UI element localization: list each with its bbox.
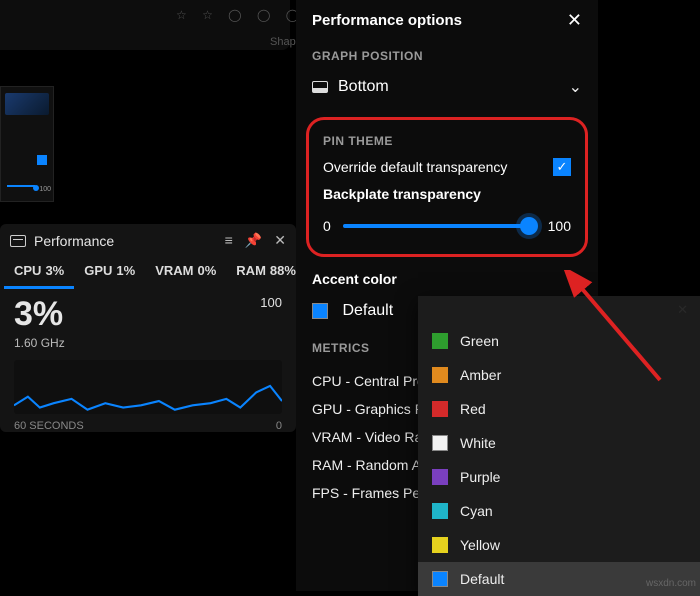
accent-option-label: Default <box>460 571 504 587</box>
color-swatch <box>432 469 448 485</box>
color-swatch <box>432 537 448 553</box>
color-swatch <box>432 435 448 451</box>
tab-cpu[interactable]: CPU3% <box>4 257 74 289</box>
thumbnail-checkbox[interactable] <box>37 155 47 165</box>
performance-sparkline <box>14 360 282 414</box>
tab-ram[interactable]: RAM88% <box>226 257 306 289</box>
background-shapes-label: Shap <box>270 36 296 48</box>
accent-color-heading: Accent color <box>312 271 582 287</box>
slider-max-label: 100 <box>548 218 571 234</box>
close-icon[interactable]: ✕ <box>567 10 582 31</box>
accent-option-white[interactable]: White <box>418 426 700 460</box>
close-icon[interactable]: ✕ <box>274 232 286 249</box>
accent-option-label: Red <box>460 401 486 417</box>
tab-gpu[interactable]: GPU1% <box>74 257 145 289</box>
color-swatch <box>432 571 448 587</box>
accent-option-amber[interactable]: Amber <box>418 358 700 392</box>
thumbnail-value: 100 <box>39 186 51 193</box>
override-transparency-label: Override default transparency <box>323 159 507 175</box>
pin-theme-label: PIN THEME <box>323 134 571 148</box>
performance-scale-max: 100 <box>260 295 282 310</box>
performance-tabs: CPU3% GPU1% VRAM0% RAM88% <box>0 257 296 289</box>
accent-value: Default <box>342 302 393 319</box>
color-swatch <box>432 503 448 519</box>
performance-frequency: 1.60 GHz <box>14 336 282 350</box>
accent-option-label: White <box>460 435 496 451</box>
accent-option-yellow[interactable]: Yellow <box>418 528 700 562</box>
performance-widget: Performance ≡ 📌 ✕ CPU3% GPU1% VRAM0% RAM… <box>0 224 296 432</box>
transparency-slider-thumb[interactable] <box>520 217 538 235</box>
accent-option-green[interactable]: Green <box>418 324 700 358</box>
accent-option-purple[interactable]: Purple <box>418 460 700 494</box>
options-icon[interactable]: ≡ <box>225 232 233 249</box>
performance-widget-header: Performance ≡ 📌 ✕ <box>0 224 296 257</box>
override-transparency-checkbox[interactable]: ✓ <box>553 158 571 176</box>
graph-position-select[interactable]: Bottom ⌄ <box>312 73 582 113</box>
watermark: wsxdn.com <box>646 578 696 589</box>
backplate-transparency-label: Backplate transparency <box>323 186 481 202</box>
performance-icon <box>10 235 26 247</box>
accent-swatch <box>312 303 328 319</box>
color-swatch <box>432 401 448 417</box>
transparency-slider[interactable] <box>343 224 536 228</box>
accent-option-label: Green <box>460 333 499 349</box>
accent-option-label: Yellow <box>460 537 500 553</box>
accent-option-red[interactable]: Red <box>418 392 700 426</box>
sparkline-time-label: 60 SECONDS <box>14 420 84 432</box>
accent-option-label: Cyan <box>460 503 493 519</box>
color-swatch <box>432 333 448 349</box>
pin-theme-highlight-box: PIN THEME Override default transparency … <box>306 117 588 257</box>
color-swatch <box>432 367 448 383</box>
options-title: Performance options <box>312 12 462 29</box>
slider-min-label: 0 <box>323 218 331 234</box>
close-icon[interactable]: ✕ <box>677 302 688 318</box>
pin-icon[interactable]: 📌 <box>245 232 262 249</box>
performance-main-value: 3% <box>14 295 63 334</box>
thumbnail-slider[interactable] <box>7 185 35 187</box>
accent-color-dropdown: ✕ Green Amber Red White Purple Cyan Yellow Defa… <box>418 296 700 596</box>
accent-option-cyan[interactable]: Cyan <box>418 494 700 528</box>
performance-title: Performance <box>34 233 217 249</box>
thumbnail-preview-card: 100 <box>0 86 54 202</box>
graph-position-value: Bottom <box>338 78 389 96</box>
bottom-position-icon <box>312 81 328 93</box>
sparkline-zero: 0 <box>276 420 282 432</box>
performance-toolbar: ≡ 📌 ✕ <box>225 232 286 249</box>
chevron-down-icon: ⌄ <box>569 77 582 97</box>
graph-position-label: GRAPH POSITION <box>312 49 582 63</box>
tab-vram[interactable]: VRAM0% <box>145 257 226 289</box>
thumbnail-slider-thumb[interactable] <box>33 185 39 191</box>
thumbnail-image <box>5 93 49 115</box>
accent-option-label: Amber <box>460 367 501 383</box>
accent-option-label: Purple <box>460 469 500 485</box>
